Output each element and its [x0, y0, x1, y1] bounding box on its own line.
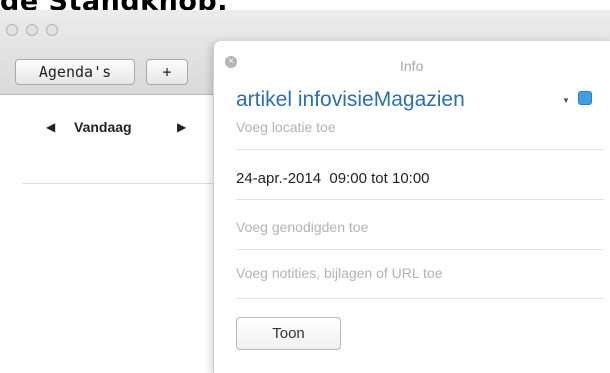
- divider: [236, 298, 604, 299]
- event-time-range: 09:00 tot 10:00: [329, 170, 430, 187]
- event-datetime[interactable]: 24-apr.-2014 09:00 tot 10:00: [236, 170, 430, 187]
- show-button[interactable]: Toon: [236, 317, 341, 350]
- zoom-window-icon[interactable]: [46, 24, 58, 36]
- invitees-field[interactable]: Voeg genodigden toe: [236, 219, 368, 235]
- next-arrow-icon[interactable]: ▶: [177, 120, 186, 134]
- today-button[interactable]: Vandaag: [74, 119, 132, 135]
- divider: [236, 249, 604, 250]
- event-title[interactable]: artikel infovisieMagazien: [236, 88, 465, 112]
- calendar-view-pane: [0, 95, 213, 372]
- event-date: 24-apr.-2014: [236, 170, 322, 187]
- close-window-icon[interactable]: [6, 24, 18, 36]
- close-icon[interactable]: ×: [225, 56, 237, 68]
- calendar-color-swatch[interactable]: [578, 91, 592, 105]
- event-info-popover: × Info artikel infovisieMagazien ▼ Voeg …: [213, 40, 610, 373]
- minimize-window-icon[interactable]: [26, 24, 38, 36]
- chevron-down-icon[interactable]: ▼: [562, 96, 570, 105]
- location-field[interactable]: Voeg locatie toe: [236, 119, 336, 135]
- calendars-button[interactable]: Agenda's: [15, 59, 135, 85]
- previous-arrow-icon[interactable]: ◀: [46, 120, 55, 134]
- popover-title: Info: [400, 58, 424, 74]
- divider: [22, 183, 213, 184]
- add-event-button[interactable]: +: [146, 59, 188, 85]
- notes-field[interactable]: Voeg notities, bijlagen of URL toe: [236, 265, 443, 281]
- divider: [236, 149, 604, 150]
- divider: [236, 199, 604, 200]
